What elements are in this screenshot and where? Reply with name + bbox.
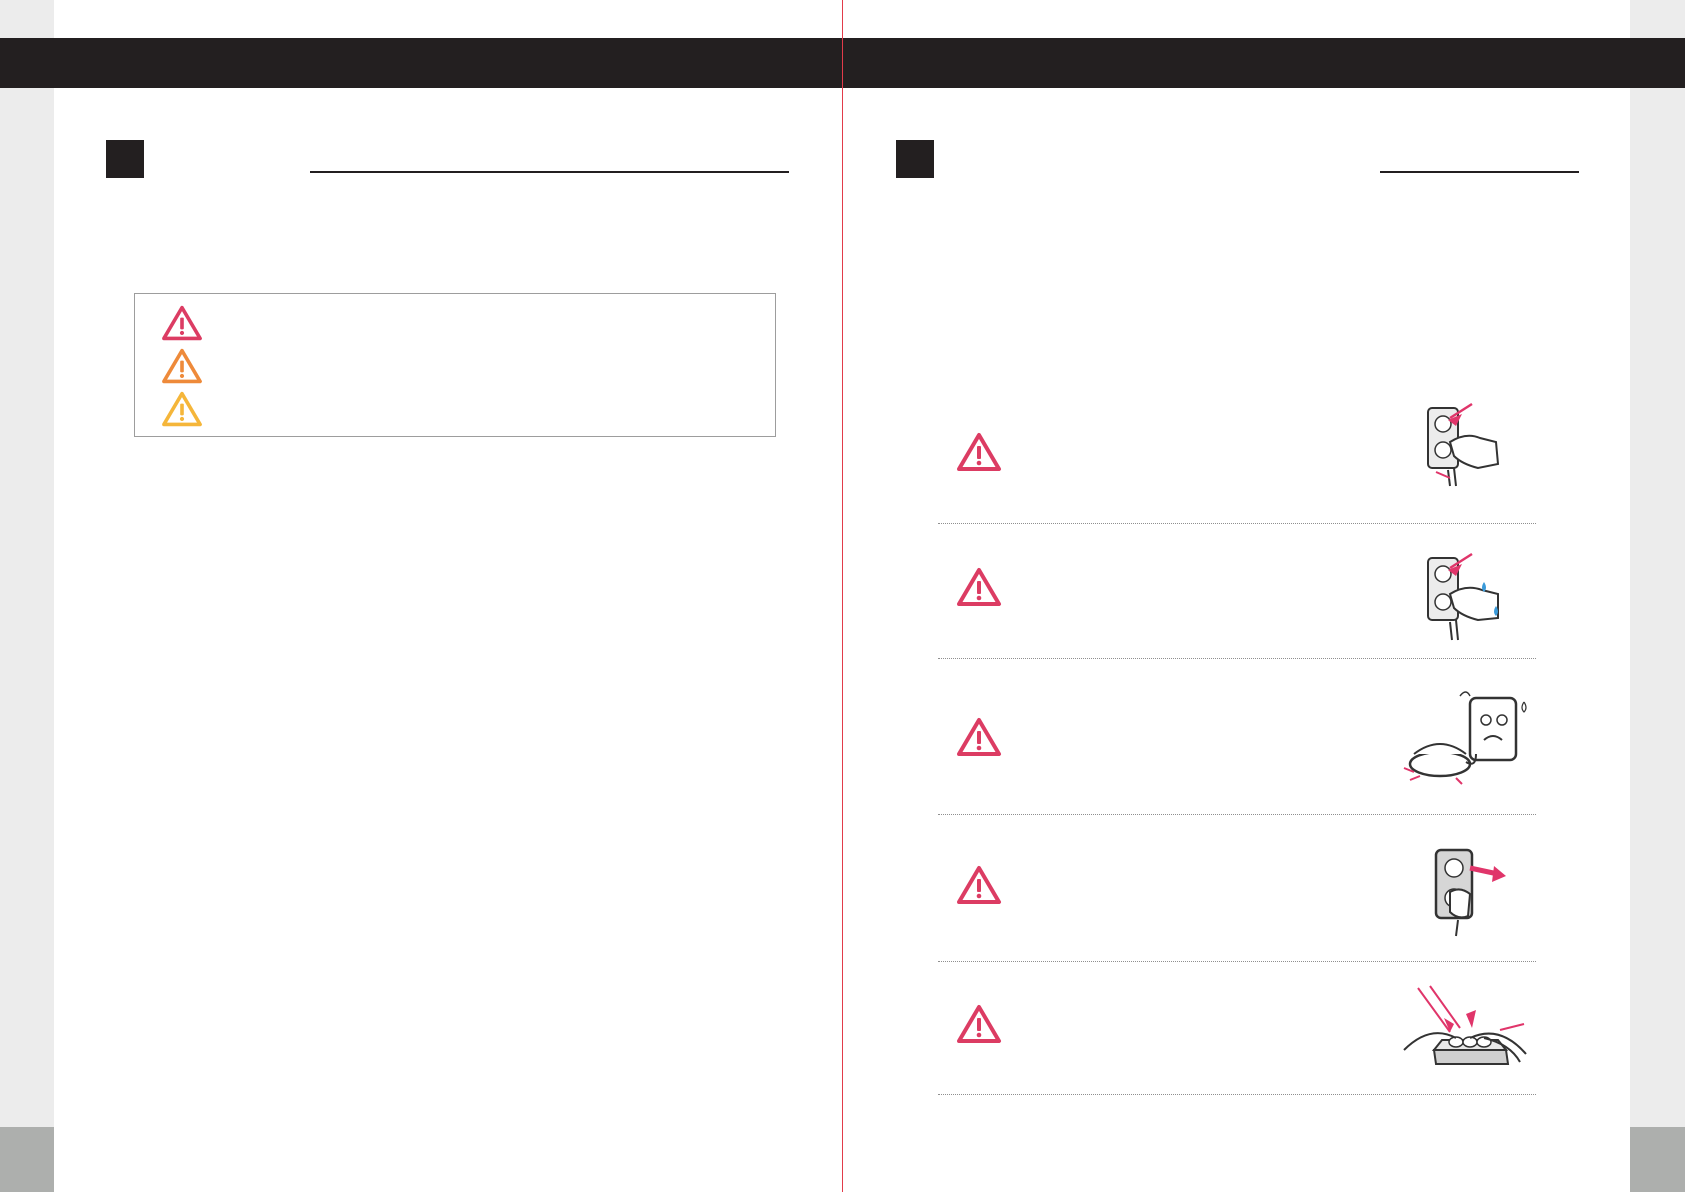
row-divider	[938, 961, 1536, 962]
hand-plugging-cord-illustration	[1427, 402, 1500, 487]
row-divider	[938, 658, 1536, 659]
right-page-edge	[1630, 0, 1685, 1192]
plug-pulled-illustration	[1434, 848, 1506, 937]
safety-legend-box	[134, 293, 776, 437]
right-section-marker	[896, 140, 934, 178]
left-page-edge	[0, 0, 54, 1192]
overloaded-power-strip-illustration	[1403, 985, 1527, 1065]
danger-triangle-icon	[957, 718, 1001, 756]
page-spine	[842, 0, 843, 1192]
left-title-rule	[310, 171, 789, 173]
row-divider	[938, 814, 1536, 815]
left-page-foot	[0, 1127, 54, 1192]
danger-triangle-icon	[162, 305, 202, 341]
wet-hand-outlet-illustration	[1427, 552, 1499, 641]
row-divider	[938, 523, 1536, 524]
right-title-rule	[1380, 171, 1579, 173]
warning-triangle-icon	[162, 348, 202, 384]
danger-triangle-icon	[957, 1005, 1001, 1043]
heated-appliance-illustration	[1403, 691, 1527, 785]
row-divider	[938, 1094, 1536, 1095]
danger-triangle-icon	[957, 866, 1001, 904]
right-page-foot	[1630, 1127, 1685, 1192]
danger-triangle-icon	[957, 568, 1001, 606]
danger-triangle-icon	[957, 433, 1001, 471]
caution-triangle-icon	[162, 391, 202, 427]
left-section-marker	[106, 140, 144, 178]
